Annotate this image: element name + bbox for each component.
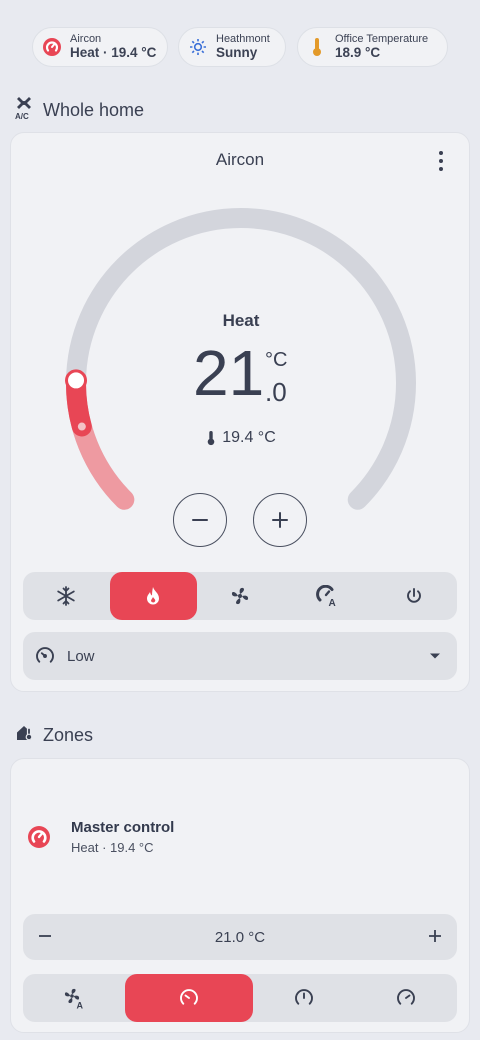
chip-value: Heat · 19.4 °C [70,45,157,61]
hvac-mode-label: Heat [222,311,260,330]
section-header-whole-home: A/C Whole home [14,96,144,125]
svg-text:A/C: A/C [15,112,29,120]
zone-name: Master control [71,819,175,836]
fan-speed-icon [36,647,54,663]
temperature-unit: °C [265,349,288,371]
thermometer-icon [207,431,215,446]
chip-label: Office Temperature [335,33,429,46]
speed-high-icon [397,989,415,1005]
current-temperature: 19.4 °C [11,429,471,447]
chip-office-temperature[interactable]: Office Temperature 18.9 °C [297,27,448,67]
svg-text:A: A [328,598,335,607]
chip-label: Aircon [70,33,102,46]
zone-setpoint-stepper: 21.0 °C [23,914,457,960]
mode-off-button[interactable] [370,572,457,620]
mode-fan-button[interactable] [197,572,284,620]
increase-temperature-button[interactable] [253,493,307,547]
chip-value: 18.9 °C [335,45,381,61]
chip-row: Aircon Heat · 19.4 °C Heathmont Sunny Of… [0,27,480,67]
hvac-mode-selector: A [23,572,457,620]
zone-card: Master control Heat · 19.4 °C 21.0 °C A [10,758,470,1033]
card-title: Aircon [215,150,265,169]
aircon-card: Aircon Heat 21 °C .0 19.4 °C A Low [10,132,470,692]
chip-weather[interactable]: Heathmont Sunny [178,27,286,67]
heat-mode-icon [27,825,51,854]
fire-icon [147,587,160,605]
more-options-icon[interactable] [431,151,451,171]
zone-master-control[interactable]: Master control Heat · 19.4 °C [27,819,174,855]
zone-status: Heat · 19.4 °C [71,840,154,855]
fan-auto-icon: A [64,988,84,1010]
chip-label: Heathmont [216,33,270,46]
target-temperature-integer: 21 [193,337,265,409]
chip-aircon[interactable]: Aircon Heat · 19.4 °C [32,27,168,67]
section-title: Zones [43,725,94,745]
zone-fan-high-button[interactable] [355,974,457,1022]
thermometer-icon [307,37,327,57]
mode-heat-button[interactable] [109,572,197,620]
dropdown-arrow-icon [430,653,440,659]
svg-text:A: A [77,1001,84,1010]
dial-target-handle [65,369,88,392]
fan-icon [231,587,249,605]
auto-mode-icon: A [315,585,336,607]
zone-increase-button[interactable] [425,926,445,949]
zone-setpoint-value: 21.0 °C [214,928,266,946]
zone-decrease-button[interactable] [35,926,55,949]
minus-icon [192,519,208,521]
zone-fan-medium-button[interactable] [253,974,355,1022]
snowflake-icon [57,586,76,606]
sun-icon [188,37,208,57]
fan-speed-select[interactable]: Low [23,632,457,680]
target-temperature-decimal: .0 [265,377,287,407]
decrease-temperature-button[interactable] [173,493,227,547]
current-temperature-value: 19.4 °C [222,429,276,446]
section-title: Whole home [43,100,145,120]
minus-icon [39,934,51,937]
plus-icon [428,929,441,942]
section-header-zones: Zones [16,724,93,747]
fan-speed-value: Low [67,647,95,665]
aircon-icon: A/C [14,96,34,125]
plus-icon [272,512,288,528]
home-thermometer-icon [16,724,34,747]
zone-fan-low-button[interactable] [125,974,253,1022]
power-icon [406,588,421,603]
mode-cool-button[interactable] [23,572,110,620]
mode-auto-button[interactable]: A [283,572,370,620]
chip-value: Sunny [216,45,258,61]
speed-low-icon [180,989,198,1005]
zone-fan-mode-selector: A [23,974,457,1022]
zone-fan-auto-button[interactable]: A [23,974,125,1022]
speed-medium-icon [294,989,313,1005]
heat-mode-icon [42,37,62,57]
